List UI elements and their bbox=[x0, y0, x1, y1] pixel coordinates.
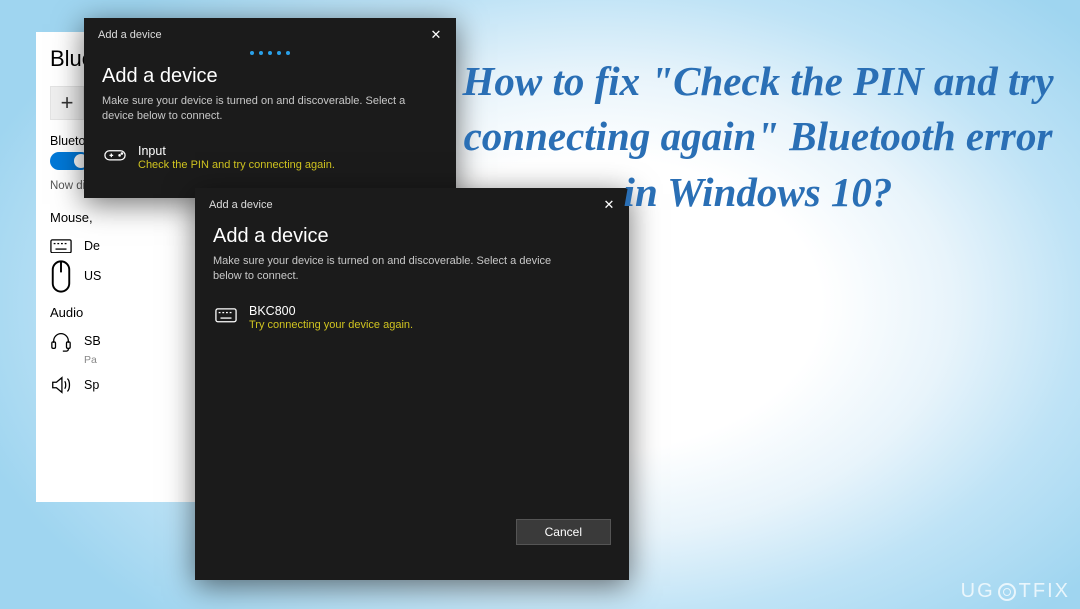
dialog-1-device-name: Input bbox=[138, 144, 335, 158]
dialog-2-device-error: Try connecting your device again. bbox=[249, 319, 413, 331]
dialog-2-title: Add a device bbox=[209, 199, 273, 211]
headset-icon bbox=[50, 330, 72, 352]
mouse-icon bbox=[50, 265, 72, 287]
device-headset-label: SB bbox=[84, 334, 101, 348]
dialog-2-heading: Add a device bbox=[213, 225, 611, 248]
close-icon[interactable]: ✕ bbox=[426, 25, 446, 45]
dialog-2-titlebar: Add a device ✕ bbox=[195, 188, 629, 219]
dialog-1-subtitle: Make sure your device is turned on and d… bbox=[102, 94, 438, 124]
add-device-dialog-1: Add a device ✕ Add a device Make sure yo… bbox=[84, 18, 456, 198]
dialog-1-titlebar: Add a device ✕ bbox=[84, 18, 456, 49]
dialog-1-heading: Add a device bbox=[102, 65, 438, 88]
dialog-1-device[interactable]: Input Check the PIN and try connecting a… bbox=[102, 138, 438, 177]
gear-icon bbox=[998, 583, 1016, 601]
keyboard-icon bbox=[215, 305, 237, 327]
close-icon[interactable]: ✕ bbox=[599, 195, 619, 215]
watermark: UG TFIX bbox=[961, 580, 1070, 603]
dialog-2-device[interactable]: BKC800 Try connecting your device again. bbox=[213, 298, 611, 337]
watermark-text-b: TFIX bbox=[1019, 580, 1070, 603]
gamepad-icon bbox=[104, 145, 126, 167]
device-speaker-label: Sp bbox=[84, 378, 99, 392]
device-keyboard-label: De bbox=[84, 239, 100, 253]
watermark-text-a: UG bbox=[961, 580, 995, 603]
keyboard-icon bbox=[50, 235, 72, 257]
dialog-2-device-name: BKC800 bbox=[249, 304, 413, 318]
speaker-icon bbox=[50, 374, 72, 396]
dialog-2-subtitle: Make sure your device is turned on and d… bbox=[213, 254, 553, 284]
loading-indicator bbox=[84, 51, 456, 55]
add-device-dialog-2: Add a device ✕ Add a device Make sure yo… bbox=[195, 188, 629, 580]
plus-icon[interactable]: + bbox=[50, 86, 84, 120]
cancel-button[interactable]: Cancel bbox=[516, 519, 611, 545]
dialog-1-device-error: Check the PIN and try connecting again. bbox=[138, 159, 335, 171]
device-mouse-label: US bbox=[84, 269, 101, 283]
dialog-1-title: Add a device bbox=[98, 29, 162, 41]
